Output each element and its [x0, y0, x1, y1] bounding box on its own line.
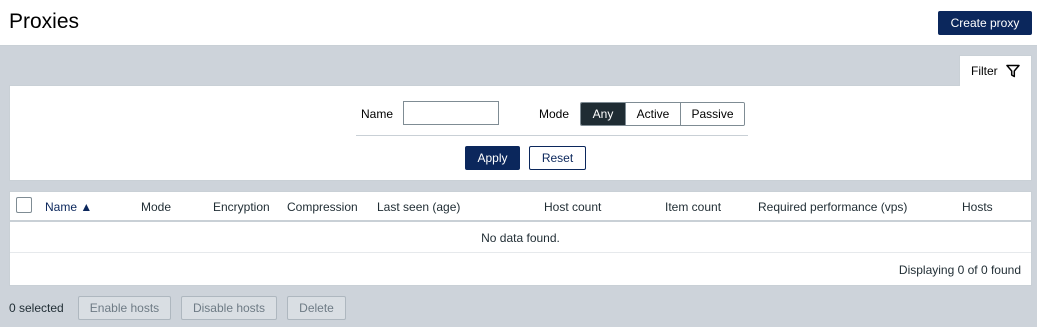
empty-message: No data found.: [10, 223, 1031, 253]
page-title: Proxies: [9, 10, 80, 33]
disable-hosts-button[interactable]: Disable hosts: [181, 296, 277, 320]
name-filter-input[interactable]: [403, 101, 499, 125]
mode-option-any[interactable]: Any: [581, 103, 625, 125]
column-encryption: Encryption: [213, 200, 270, 214]
filter-panel: Name Mode Any Active Passive Apply Reset: [9, 85, 1032, 181]
funnel-icon: [1005, 64, 1020, 78]
column-mode: Mode: [141, 200, 172, 214]
mode-segmented-control: Any Active Passive: [580, 102, 745, 126]
filter-divider: [356, 135, 748, 136]
filter-tab[interactable]: Filter: [959, 55, 1032, 86]
display-count: Displaying 0 of 0 found: [898, 263, 1021, 277]
table-header: Name ▲ Mode Encryption Compression Last …: [10, 192, 1031, 222]
mode-option-passive[interactable]: Passive: [680, 103, 744, 125]
mode-option-active[interactable]: Active: [625, 103, 680, 125]
column-last-seen: Last seen (age): [377, 200, 461, 214]
reset-button[interactable]: Reset: [529, 146, 586, 170]
column-required-performance: Required performance (vps): [758, 200, 908, 214]
mode-filter-label: Mode: [539, 107, 570, 121]
select-all-checkbox[interactable]: [16, 197, 32, 213]
enable-hosts-button[interactable]: Enable hosts: [78, 296, 171, 320]
apply-button[interactable]: Apply: [465, 146, 520, 170]
name-filter-label: Name: [361, 107, 394, 121]
create-proxy-button[interactable]: Create proxy: [938, 11, 1032, 35]
column-name[interactable]: Name ▲: [45, 200, 92, 214]
proxies-table: Name ▲ Mode Encryption Compression Last …: [9, 191, 1032, 286]
mass-action-bar: 0 selected Enable hosts Disable hosts De…: [0, 295, 1037, 321]
page-header: Proxies Create proxy: [0, 0, 1037, 46]
column-compression: Compression: [287, 200, 358, 214]
filter-tab-label: Filter: [971, 64, 998, 78]
column-host-count: Host count: [544, 200, 602, 214]
column-hosts: Hosts: [962, 200, 993, 214]
column-item-count: Item count: [665, 200, 722, 214]
selected-count: 0 selected: [9, 301, 64, 315]
delete-button[interactable]: Delete: [287, 296, 346, 320]
